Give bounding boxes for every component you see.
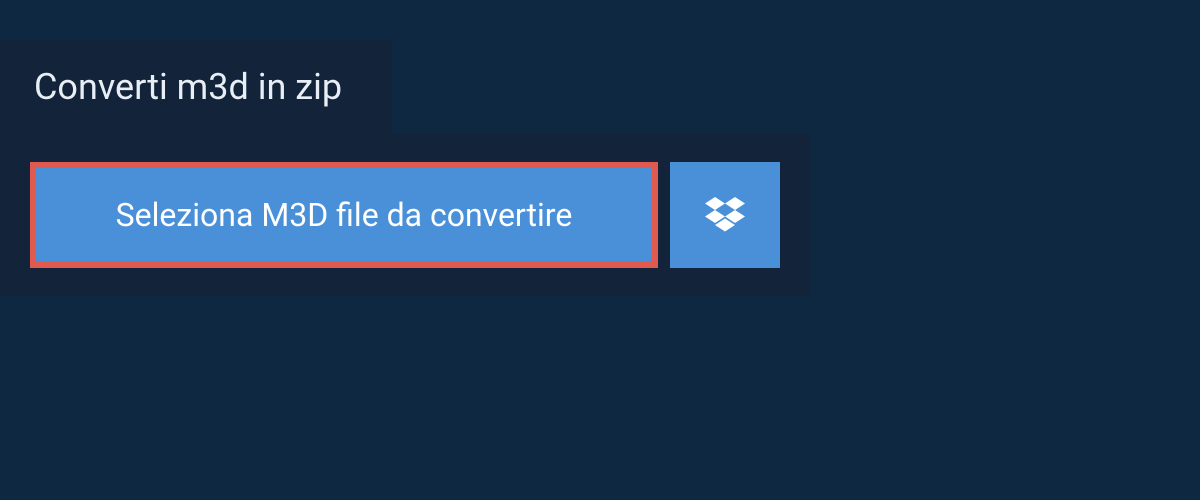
action-panel: Seleziona M3D file da convertire	[0, 134, 810, 296]
tab-title: Converti m3d in zip	[34, 66, 342, 108]
tab-header[interactable]: Converti m3d in zip	[0, 40, 392, 134]
select-file-button[interactable]: Seleziona M3D file da convertire	[30, 162, 658, 268]
select-file-label: Seleziona M3D file da convertire	[116, 196, 573, 234]
dropbox-icon	[705, 197, 745, 233]
dropbox-button[interactable]	[670, 162, 780, 268]
